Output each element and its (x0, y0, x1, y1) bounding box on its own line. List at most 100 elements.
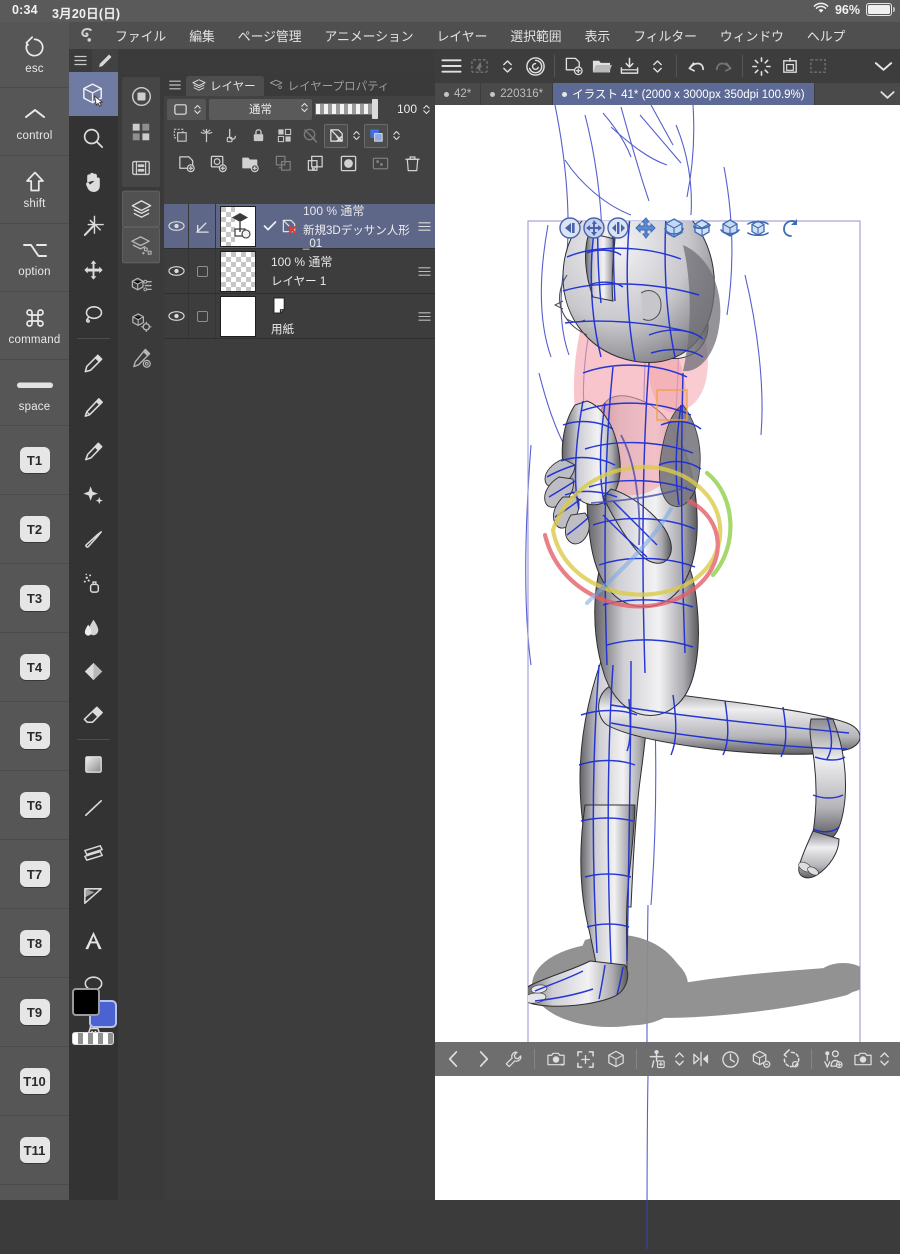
fit-camera-icon[interactable] (571, 1044, 600, 1074)
register-pose-icon[interactable] (818, 1044, 847, 1074)
tool-magic-wand[interactable] (69, 204, 118, 248)
tool-line[interactable] (69, 786, 118, 830)
flip-horizontal-icon[interactable] (686, 1044, 715, 1074)
hamburger-icon[interactable] (69, 49, 92, 72)
layer-palette-icon[interactable] (122, 191, 160, 227)
key-t3[interactable]: T3 (0, 564, 69, 633)
prev-pose-icon[interactable] (439, 1044, 468, 1074)
transparent-color-icon[interactable] (72, 1032, 114, 1045)
clip-studio-paint-icon[interactable] (69, 26, 105, 45)
canvas-viewport[interactable] (435, 105, 900, 1042)
tool-airbrush[interactable] (69, 561, 118, 605)
key-t8[interactable]: T8 (0, 909, 69, 978)
layer-draw-checkbox[interactable] (189, 294, 216, 338)
key-t11[interactable]: T11 (0, 1116, 69, 1185)
clear-icon[interactable] (748, 52, 775, 80)
tool-perspective[interactable] (69, 874, 118, 918)
expand-toolbar-caret-icon[interactable] (870, 52, 897, 80)
tool-eraser[interactable] (69, 693, 118, 737)
layer-check-icon[interactable] (261, 204, 279, 248)
color-swatches[interactable] (69, 986, 118, 1052)
key-t5[interactable]: T5 (0, 702, 69, 771)
new-canvas-icon[interactable] (560, 52, 587, 80)
key-t7[interactable]: T7 (0, 840, 69, 909)
deselect-icon[interactable] (804, 52, 831, 80)
lock-transparent-pixels-icon[interactable] (272, 124, 296, 148)
new-folder-icon[interactable] (239, 152, 263, 176)
transfer-down-icon[interactable] (271, 152, 295, 176)
ruler-lock-icon[interactable] (220, 124, 244, 148)
layer-draw-indicator[interactable] (189, 204, 216, 248)
tool-3d-object[interactable] (69, 72, 118, 116)
exclude-from-export-icon[interactable] (279, 204, 299, 248)
menu-item-window[interactable]: ウィンドウ (720, 26, 784, 45)
layer-menu-icon[interactable] (413, 249, 435, 293)
register-camera-icon[interactable] (541, 1044, 570, 1074)
tool-lasso-select[interactable] (69, 292, 118, 336)
layer-thumbnail[interactable] (220, 206, 256, 247)
register-material-icon[interactable] (848, 1044, 877, 1074)
fill-selection-icon[interactable] (776, 52, 803, 80)
opacity-slider-knob[interactable] (372, 98, 378, 119)
key-space[interactable]: space (0, 360, 69, 426)
tool-zoom[interactable] (69, 116, 118, 160)
tool-ruler[interactable] (69, 830, 118, 874)
canvas-tab-220316[interactable]: 220316* (481, 83, 554, 105)
merge-down-icon[interactable] (304, 152, 328, 176)
auto-select-icon[interactable] (466, 52, 493, 80)
material-stepper-icon[interactable] (878, 1044, 890, 1074)
layer-thumbnail[interactable] (220, 251, 256, 292)
key-t6[interactable]: T6 (0, 771, 69, 840)
subtool-detail-icon[interactable] (122, 114, 160, 150)
menu-item-animation[interactable]: アニメーション (325, 26, 414, 45)
hamburger-icon[interactable] (164, 74, 186, 96)
key-t1[interactable]: T1 (0, 426, 69, 495)
tool-pencil[interactable] (69, 341, 118, 385)
canvas-artwork[interactable] (435, 105, 900, 1042)
key-control[interactable]: control (0, 88, 69, 156)
chevron-updown-icon[interactable] (350, 129, 362, 142)
tab-layer-property[interactable]: レイヤープロパティ (264, 76, 398, 96)
menu-item-page[interactable]: ページ管理 (238, 26, 302, 45)
key-t10[interactable]: T10 (0, 1047, 69, 1116)
tool-brush[interactable] (69, 429, 118, 473)
opacity-value[interactable]: 100 (381, 102, 417, 116)
opacity-slider[interactable] (315, 98, 378, 120)
chevron-down-icon[interactable] (874, 83, 900, 105)
layer-row-3d-figure[interactable]: 100 % 通常 新規3Dデッサン人形_01 (164, 204, 435, 250)
key-esc[interactable]: esc (0, 22, 69, 88)
save-stepper-icon[interactable] (644, 52, 671, 80)
figure-stepper-icon[interactable] (673, 1044, 685, 1074)
tab-layer[interactable]: レイヤー (186, 76, 264, 96)
lock-layer-icon[interactable] (246, 124, 270, 148)
key-t4[interactable]: T4 (0, 633, 69, 702)
quick-access-icon[interactable] (122, 340, 160, 376)
exclude-from-export-icon[interactable] (324, 123, 348, 148)
menu-item-layer[interactable]: レイヤー (437, 26, 488, 45)
tool-gradient[interactable] (69, 742, 118, 786)
draft-layer-icon[interactable] (298, 124, 322, 148)
mask-mode-dropdown[interactable] (167, 98, 206, 120)
menu-item-selection[interactable]: 選択範囲 (510, 26, 561, 45)
tool-move[interactable] (69, 248, 118, 292)
layer-property-icon[interactable] (122, 227, 160, 263)
reset-camera-icon[interactable] (601, 1044, 630, 1074)
reset-rotation-icon[interactable] (776, 1044, 805, 1074)
layer-menu-icon[interactable] (413, 294, 435, 338)
redo-icon[interactable] (710, 52, 737, 80)
layer-mask-icon[interactable] (194, 124, 218, 148)
layer-visibility-toggle[interactable] (164, 249, 189, 293)
opacity-stepper-icon[interactable] (420, 103, 432, 116)
reset-model-icon[interactable] (746, 1044, 775, 1074)
tool-dip-pen[interactable] (69, 385, 118, 429)
tool-tab-pen[interactable] (92, 49, 118, 72)
hamburger-menu-icon[interactable] (438, 52, 465, 80)
stepper-icon[interactable] (494, 52, 521, 80)
layer-thumbnail[interactable] (220, 296, 256, 337)
add-figure-icon[interactable] (643, 1044, 672, 1074)
menu-item-file[interactable]: ファイル (115, 26, 166, 45)
tool-text[interactable] (69, 918, 118, 962)
menu-item-edit[interactable]: 編集 (189, 26, 215, 45)
layer-draw-checkbox[interactable] (189, 249, 216, 293)
chevron-updown-icon[interactable] (390, 129, 402, 142)
